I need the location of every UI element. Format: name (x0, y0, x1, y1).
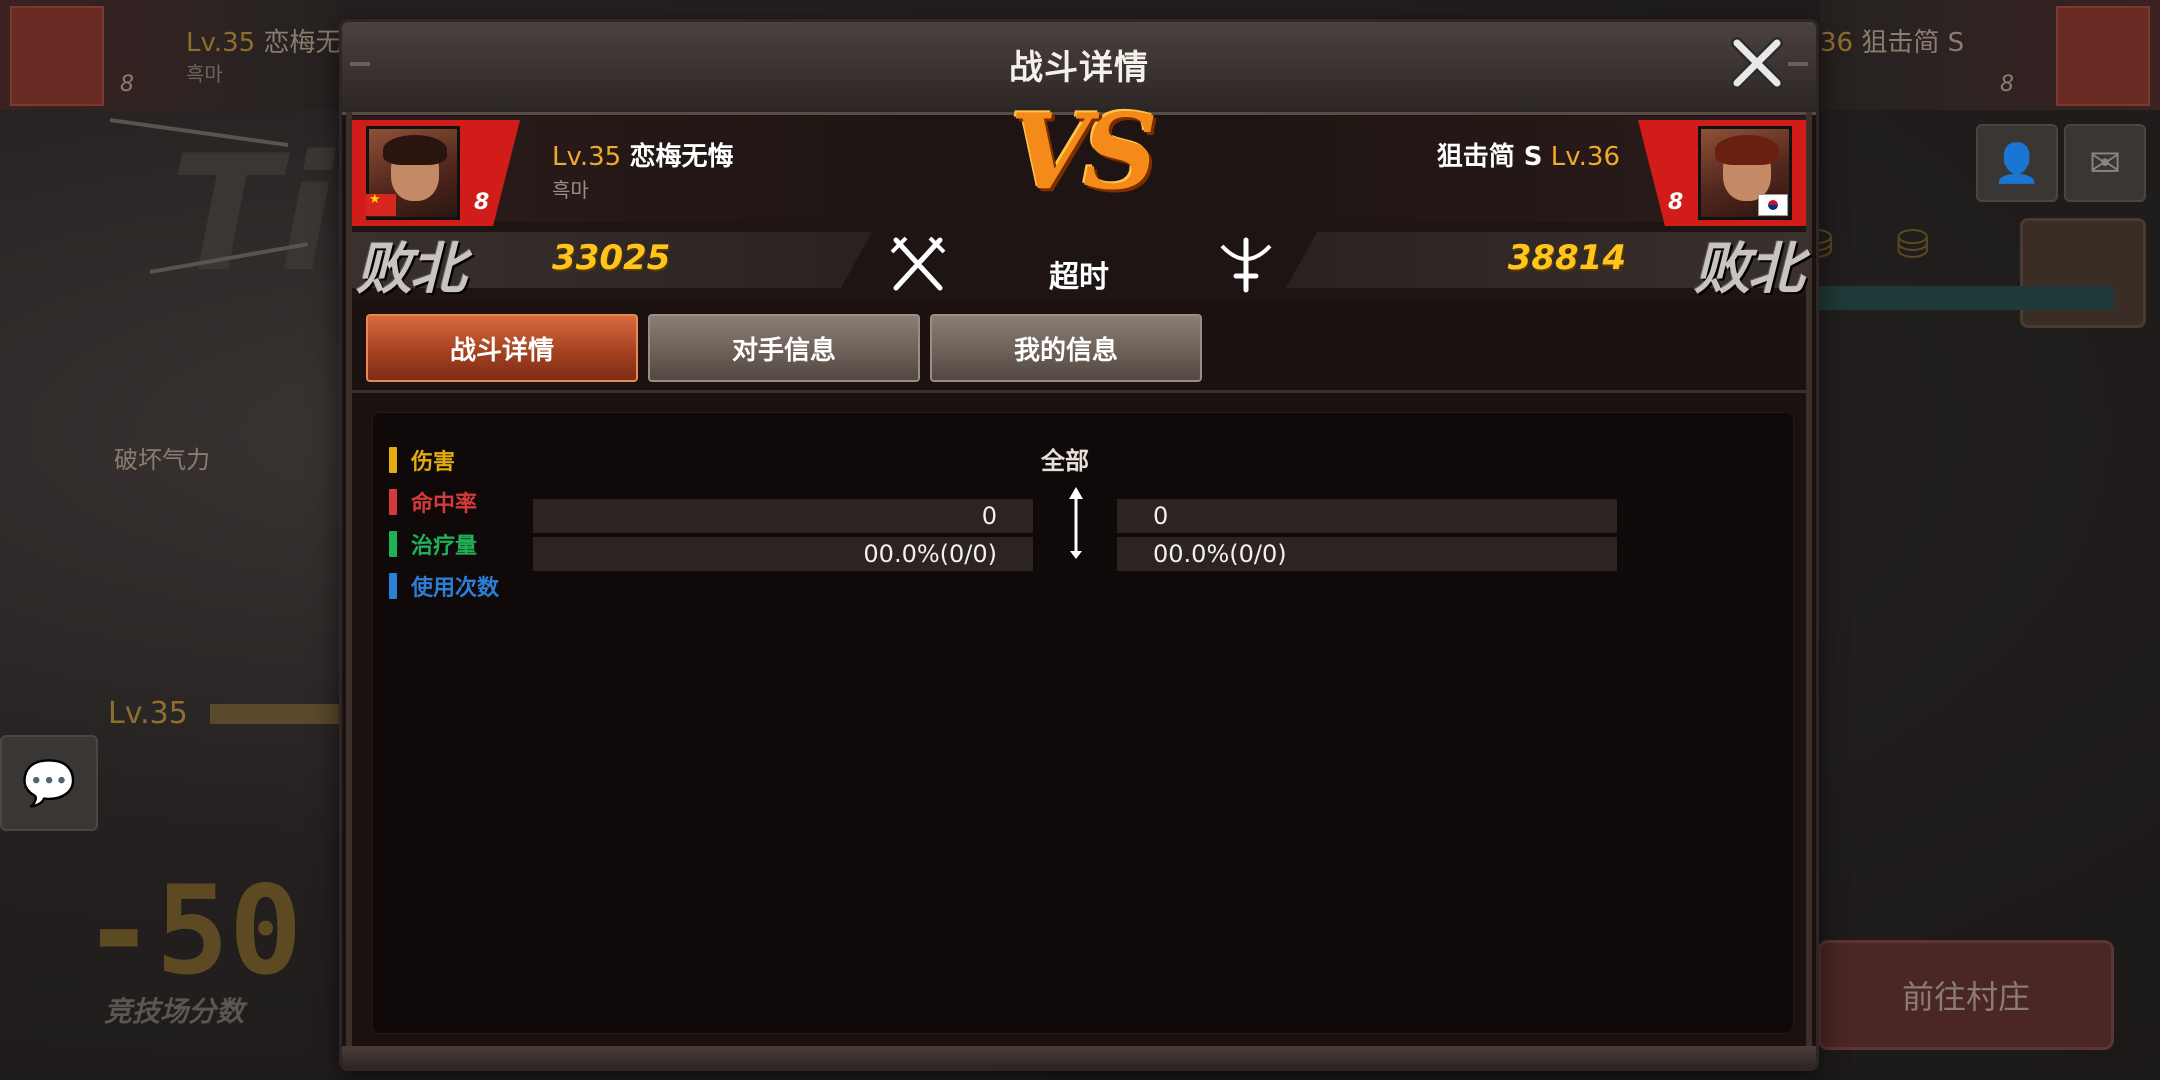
legend-color-usage-count (389, 573, 397, 599)
background-level-bar (210, 704, 350, 724)
legend-color-hit-rate (389, 489, 397, 515)
legend-label-healing: 治疗量 (411, 534, 478, 559)
background-emblem: Ti (170, 120, 334, 307)
left-player-name: 恋梅无悔 (629, 142, 734, 172)
crossbow-icon (1220, 237, 1272, 293)
tab-my-info[interactable]: 我的信息 (930, 314, 1202, 382)
background-left-avatar (10, 6, 104, 106)
destroy-label: 破坏气力 (114, 446, 210, 474)
tab-battle-detail[interactable]: 战斗详情 (366, 314, 638, 382)
background-left-guild: 흑마 (186, 62, 223, 86)
chest-icon (2020, 218, 2146, 328)
legend-healing[interactable]: 治疗量 (389, 523, 499, 565)
background-left-player-card: Lv.35 恋梅无 흑마 8 (0, 0, 344, 110)
stat-legend: 伤害 命中率 治疗量 使用次数 (389, 439, 499, 607)
left-stat-value: 00.0%(0/0) (533, 537, 1033, 571)
left-player-level: Lv.35 (552, 142, 622, 172)
right-stat-value: 00.0%(0/0) (1117, 537, 1617, 571)
background-left-level: Lv.35 (186, 28, 256, 58)
modal-bottom-bar (342, 1046, 1816, 1068)
right-player-rank: 8 (1668, 190, 1684, 215)
chat-icon: 💬 (21, 758, 77, 809)
battle-stats-panel: 伤害 命中率 治疗量 使用次数 全部 0 0 00.0%(0/0) 00.0%(… (372, 412, 1794, 1034)
add-friend-icon: 👤 (1993, 140, 2041, 185)
mail-button[interactable]: ✉ (2064, 124, 2146, 202)
left-player-rank: 8 (474, 190, 490, 215)
right-player-avatar-frame[interactable]: 8 (1638, 120, 1806, 226)
modal-title: 战斗详情 (1009, 48, 1149, 88)
china-flag-icon (366, 192, 396, 216)
mail-icon: ✉ (2089, 141, 2121, 185)
korea-flag-icon (1758, 194, 1788, 216)
chat-button[interactable]: 💬 (0, 735, 98, 831)
vs-emblem: VS (1010, 90, 1170, 220)
right-result: 败北 (1694, 237, 1804, 302)
left-player-avatar-frame[interactable]: 8 (352, 120, 520, 226)
background-right-rank: 8 (2000, 72, 2014, 97)
left-stat-value: 0 (533, 499, 1033, 533)
tab-bar: 战斗详情 对手信息 我的信息 (352, 300, 1806, 393)
background-right-player-card: 36 狙击简 S 8 (1820, 0, 2160, 110)
background-left-rank: 8 (120, 72, 134, 97)
add-friend-button[interactable]: 👤 (1976, 124, 2058, 202)
left-player-guild: 흑마 (552, 178, 589, 202)
right-score: 38814 (1507, 238, 1626, 278)
go-village-button[interactable]: 前往村庄 (1818, 940, 2114, 1050)
legend-hit-rate[interactable]: 命中率 (389, 481, 499, 523)
left-player-name-line: Lv.35 恋梅无悔 (552, 136, 733, 173)
vs-label: VS (1010, 90, 1158, 213)
legend-color-damage (389, 447, 397, 473)
right-player-level: Lv.36 (1550, 142, 1620, 172)
background-right-level: 36 (1820, 28, 1854, 58)
legend-damage[interactable]: 伤害 (389, 439, 499, 481)
legend-label-hit-rate: 命中率 (411, 492, 478, 517)
background-level-label: Lv.35 (108, 696, 188, 731)
sort-arrow-icon[interactable] (1065, 485, 1087, 561)
background-progress-strip (1814, 286, 2114, 310)
all-filter-label[interactable]: 全部 (1041, 441, 1089, 476)
score-row: 败北 33025 超时 38814 败北 (352, 224, 1806, 302)
right-stat-value: 0 (1117, 499, 1617, 533)
score-change: -50 (82, 860, 303, 1002)
tab-opponent-info[interactable]: 对手信息 (648, 314, 920, 382)
close-button[interactable] (1722, 28, 1792, 98)
right-player-name: 狙击简 S (1436, 142, 1543, 172)
legend-label-damage: 伤害 (411, 450, 456, 475)
battle-detail-modal: 战斗详情 8 Lv.35 恋梅无悔 흑마 狙击简 S (342, 22, 1816, 1068)
arena-score-label: 竞技场分数 (104, 995, 245, 1028)
legend-color-healing (389, 531, 397, 557)
coin-stack-icon: ⛁ (1896, 222, 1930, 268)
legend-usage-count[interactable]: 使用次数 (389, 565, 499, 607)
background-right-name: 狙击简 S (1861, 28, 1965, 58)
right-player-name-line: 狙击简 S Lv.36 (1437, 136, 1620, 173)
legend-label-usage-count: 使用次数 (411, 576, 500, 601)
modal-rail-right (1806, 112, 1812, 1062)
background-right-avatar (2056, 6, 2150, 106)
close-icon (1731, 37, 1783, 89)
match-players: 8 Lv.35 恋梅无悔 흑마 狙击简 S Lv.36 8 VS (352, 90, 1806, 302)
background-left-name: 恋梅无 (263, 28, 342, 58)
